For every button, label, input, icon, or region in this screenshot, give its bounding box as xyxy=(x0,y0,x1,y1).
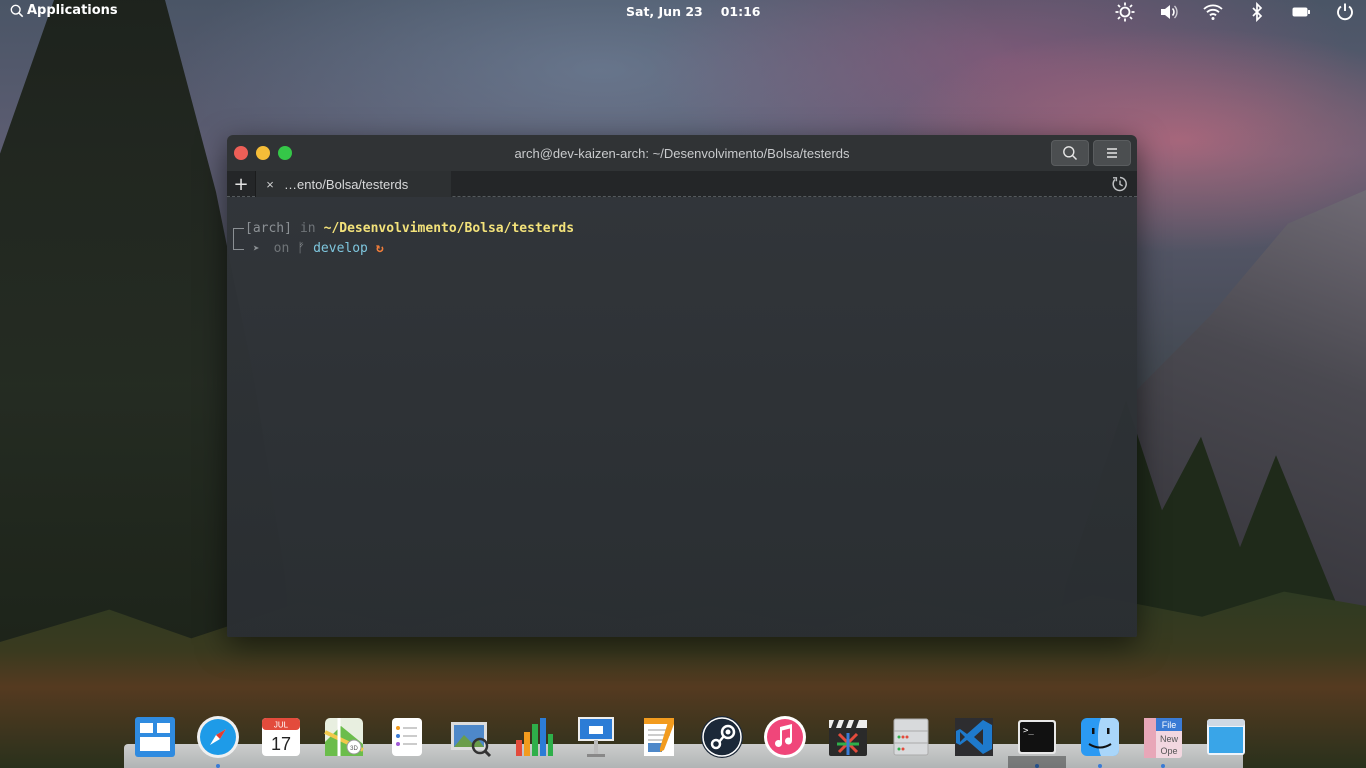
music-note-icon xyxy=(764,716,806,758)
power-icon[interactable] xyxy=(1334,1,1356,23)
top-panel: Applications Sat, Jun 23 01:16 xyxy=(0,0,1366,24)
brightness-icon[interactable] xyxy=(1114,1,1136,23)
tab-bar: + × …ento/Bolsa/testerds xyxy=(227,171,1137,197)
dock-calendar[interactable]: JUL 17 xyxy=(256,712,306,762)
terminal-output[interactable]: [arch] in ~/Desenvolvimento/Bolsa/tester… xyxy=(227,197,1137,637)
maps-icon: 3D xyxy=(324,718,364,756)
minimize-window-button[interactable] xyxy=(256,146,270,160)
clapperboard-icon xyxy=(829,720,867,756)
prompt-in-word: in xyxy=(299,221,316,236)
hamburger-icon xyxy=(1107,148,1117,158)
vscode-icon xyxy=(955,718,993,756)
svg-text:>_: >_ xyxy=(1023,726,1034,736)
reminders-icon xyxy=(392,718,422,756)
prompt-arrow-icon: ➤ xyxy=(253,242,260,255)
dock-reminders[interactable] xyxy=(382,712,432,762)
new-label: New xyxy=(1160,734,1179,744)
calendar-day: 17 xyxy=(271,734,291,754)
volume-icon[interactable] xyxy=(1158,1,1180,23)
battery-icon[interactable] xyxy=(1290,1,1312,23)
prompt-corner-bottom xyxy=(231,239,245,259)
date-time[interactable]: Sat, Jun 23 01:16 xyxy=(626,4,761,19)
dock: JUL 17 3D >_ File New Ope xyxy=(130,712,1251,768)
time-text: 01:16 xyxy=(720,4,761,19)
running-indicator xyxy=(1161,764,1165,768)
finder-icon xyxy=(1081,718,1119,756)
prompt-corner-top xyxy=(231,219,245,240)
date-text: Sat, Jun 23 xyxy=(626,4,703,19)
dock-pages[interactable] xyxy=(634,712,684,762)
multitasking-icon xyxy=(135,717,175,757)
open-label: Ope xyxy=(1160,746,1177,756)
search-icon xyxy=(1063,146,1078,161)
bluetooth-icon[interactable] xyxy=(1246,1,1268,23)
window-title: arch@dev-kaizen-arch: ~/Desenvolvimento/… xyxy=(514,145,850,161)
running-indicator xyxy=(1098,764,1102,768)
dock-desktop[interactable] xyxy=(1201,712,1251,762)
calendar-month: JUL xyxy=(274,721,289,730)
git-sync-icon: ↻ xyxy=(375,241,384,256)
dock-system-information[interactable] xyxy=(886,712,936,762)
terminal-icon: >_ xyxy=(1018,720,1056,754)
dock-itunes[interactable] xyxy=(760,712,810,762)
git-branch-icon: ᚠ xyxy=(297,241,306,256)
tab-testerds[interactable]: × …ento/Bolsa/testerds xyxy=(255,171,451,197)
applications-menu[interactable]: Applications xyxy=(10,3,118,18)
prompt-on-word: on xyxy=(273,241,290,256)
calendar-icon: JUL 17 xyxy=(262,718,300,756)
dock-finder[interactable] xyxy=(1075,712,1125,768)
prompt-line-2: ➤ on ᚠ develop ↻ xyxy=(231,239,1137,259)
dock-maps[interactable]: 3D xyxy=(319,712,369,762)
dock-numbers[interactable] xyxy=(508,712,558,762)
search-button[interactable] xyxy=(1051,140,1089,166)
steam-icon xyxy=(701,716,743,758)
dock-visual-studio-code[interactable] xyxy=(949,712,999,762)
wifi-icon[interactable] xyxy=(1202,1,1224,23)
prompt-line-1: [arch] in ~/Desenvolvimento/Bolsa/tester… xyxy=(231,219,1137,240)
file-menu-icon: File New Ope xyxy=(1144,718,1182,758)
tab-label: …ento/Bolsa/testerds xyxy=(284,176,409,192)
maximize-window-button[interactable] xyxy=(278,146,292,160)
dock-keynote[interactable] xyxy=(571,712,621,762)
running-indicator xyxy=(1035,764,1039,768)
server-icon xyxy=(893,718,929,756)
keynote-icon xyxy=(578,717,614,757)
dock-final-cut-pro[interactable] xyxy=(823,712,873,762)
system-indicators xyxy=(1114,0,1356,24)
file-label: File xyxy=(1162,720,1177,730)
dock-steam[interactable] xyxy=(697,712,747,762)
svg-text:3D: 3D xyxy=(350,746,358,752)
pages-icon xyxy=(644,718,674,756)
dock-safari[interactable] xyxy=(193,712,243,768)
close-tab-icon[interactable]: × xyxy=(256,177,284,192)
compass-icon xyxy=(197,716,239,758)
terminal-window: arch@dev-kaizen-arch: ~/Desenvolvimento/… xyxy=(227,135,1137,637)
preview-icon xyxy=(451,722,492,758)
search-icon xyxy=(10,4,24,17)
restore-tab-icon[interactable] xyxy=(1111,175,1129,193)
applications-label: Applications xyxy=(27,3,118,18)
running-indicator xyxy=(216,764,220,768)
prompt-path: ~/Desenvolvimento/Bolsa/testerds xyxy=(323,221,575,236)
dock-preview[interactable] xyxy=(445,712,495,762)
prompt-user: [arch] xyxy=(245,221,292,236)
menu-button[interactable] xyxy=(1093,140,1131,166)
new-tab-button[interactable]: + xyxy=(227,171,255,197)
close-window-button[interactable] xyxy=(234,146,248,160)
title-bar[interactable]: arch@dev-kaizen-arch: ~/Desenvolvimento/… xyxy=(227,135,1137,171)
numbers-icon xyxy=(516,718,553,756)
window-controls xyxy=(234,146,292,160)
dock-multitasking-view[interactable] xyxy=(130,712,180,762)
dock-terminal[interactable]: >_ xyxy=(1008,712,1066,768)
show-desktop-icon xyxy=(1207,719,1245,755)
git-branch-name: develop xyxy=(313,241,368,256)
dock-file-manager[interactable]: File New Ope xyxy=(1138,712,1188,768)
